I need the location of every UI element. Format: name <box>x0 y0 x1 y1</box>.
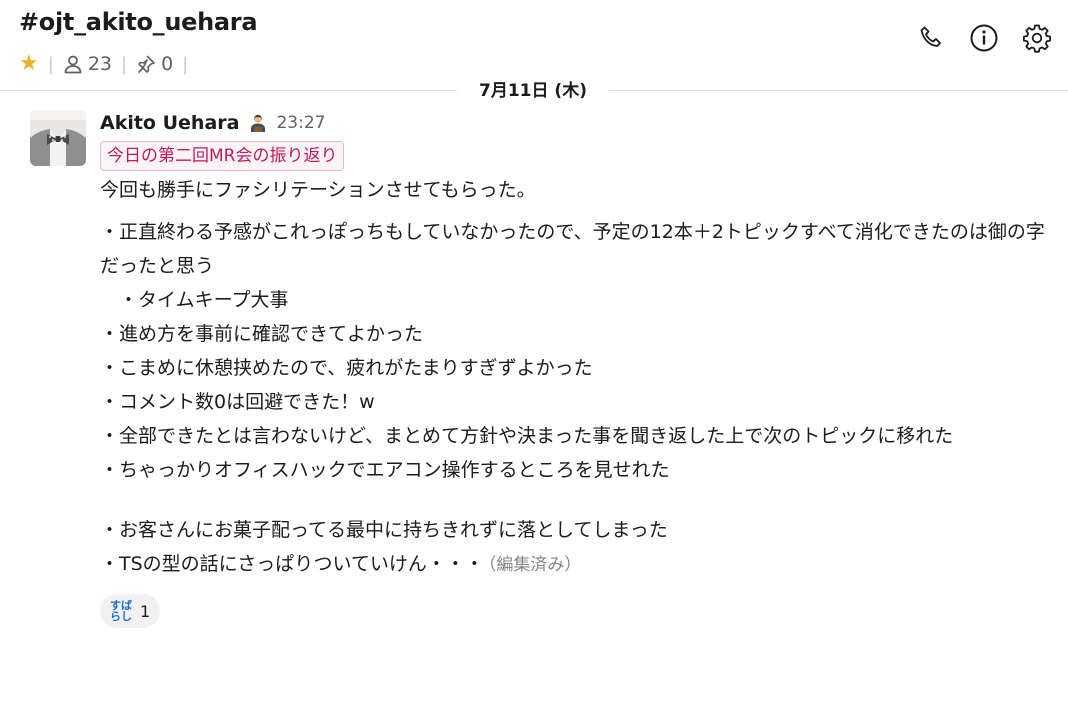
meta-separator: | <box>121 53 128 75</box>
list-item-last: ・TSの型の話にさっぱりついていけん・・・ （編集済み） <box>100 547 1050 582</box>
reaction-count: 1 <box>140 601 151 621</box>
meta-separator: | <box>47 53 54 75</box>
message-body: Akito Uehara 23:27 今日の第二回MR会の振り返り 今回も勝手に… <box>100 108 1050 628</box>
subarashi-emoji-icon: すば らし <box>108 598 134 624</box>
list-item: ・全部できたとは言わないけど、まとめて方針や決まった事を聞き返した上で次のトピッ… <box>100 425 954 447</box>
list-item: ・こまめに休憩挟めたので、疲れがたまりすぎずよかった <box>100 357 593 379</box>
pin-count[interactable]: 0 <box>161 53 173 75</box>
avatar[interactable] <box>30 110 86 166</box>
date-divider[interactable]: 7月11日 (木) <box>457 76 609 106</box>
reaction-button[interactable]: すば らし 1 <box>100 594 161 628</box>
header-actions <box>897 20 1056 56</box>
author-name[interactable]: Akito Uehara <box>100 112 239 134</box>
phone-icon[interactable] <box>912 20 950 56</box>
pin-icon[interactable] <box>136 54 156 74</box>
list-item: ・正直終わる予感がこれっぽっちもしていなかったので、予定の12本＋2トピックすべ… <box>100 221 1045 277</box>
list-item: ・お客さんにお菓子配ってる最中に持ちきれずに落としてしまった <box>100 519 668 541</box>
info-icon[interactable] <box>965 20 1003 56</box>
message-header: Akito Uehara 23:27 <box>100 108 1050 138</box>
message-tag: 今日の第二回MR会の振り返り <box>100 141 345 171</box>
list-item: ・コメント数0は回避できた！w <box>100 391 375 413</box>
member-count[interactable]: 23 <box>88 53 112 75</box>
gear-icon[interactable] <box>1018 20 1056 56</box>
edited-label: （編集済み） <box>487 555 582 575</box>
briefcase-person-icon[interactable] <box>248 113 268 133</box>
list-item: ・ちゃっかりオフィスハックでエアコン操作するところを見せれた <box>100 459 670 481</box>
list-item: ・進め方を事前に確認できてよかった <box>100 323 424 345</box>
list-item-text: ・TSの型の話にさっぱりついていけん・・・ <box>100 553 484 575</box>
channel-title[interactable]: #ojt_akito_uehara <box>19 8 258 36</box>
meta-separator: | <box>182 53 189 75</box>
emoji-text-line-2: らし <box>110 610 132 623</box>
channel-header: #ojt_akito_uehara ★ | 23 | 0 | <box>0 0 1068 88</box>
member-icon[interactable] <box>63 54 83 74</box>
star-icon[interactable]: ★ <box>19 53 39 75</box>
timestamp[interactable]: 23:27 <box>276 113 325 133</box>
list-item: ・タイムキープ大事 <box>100 289 289 311</box>
intro-text: 今回も勝手にファシリテーションさせてもらった。 <box>100 179 536 201</box>
channel-meta: ★ | 23 | 0 | <box>19 51 197 77</box>
